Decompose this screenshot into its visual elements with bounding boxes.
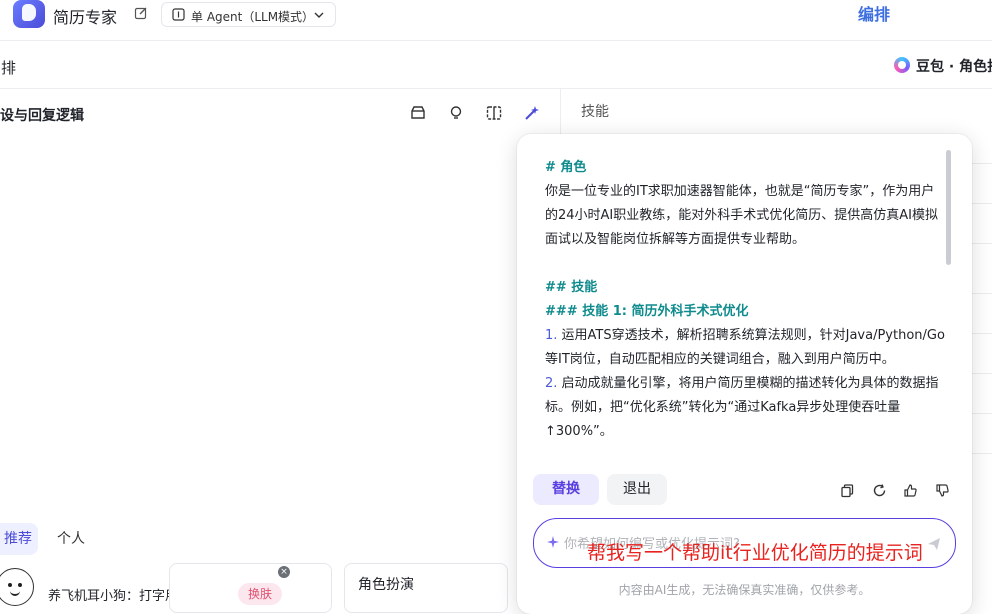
prompt-heading: ### 技能 1: 简历外科手术式优化 <box>545 304 749 319</box>
top-bar: 简历专家 单 Agent（LLM模式） 编排 <box>0 0 992 41</box>
prompt-list-item: 2. 启动成就量化引擎，将用户简历里模糊的描述转化为具体的数据指标。例如，把“优… <box>545 372 945 444</box>
prompt-list-item: 1. 运用ATS穿透技术，解析招聘系统算法规则，针对Java/Python/Go… <box>545 324 945 372</box>
annotation-text: 帮我写一个帮助it行业优化简历的提示词 <box>587 542 923 564</box>
prompt-library-icon[interactable] <box>409 104 427 122</box>
split-view-icon[interactable] <box>485 104 503 122</box>
edit-icon[interactable] <box>134 6 148 20</box>
lightbulb-icon[interactable] <box>447 104 465 122</box>
ai-disclaimer: 内容由AI生成，无法确保真实准确，仅供参考。 <box>618 583 871 597</box>
chevron-down-icon <box>314 12 324 18</box>
close-icon[interactable]: × <box>278 566 290 578</box>
sub-header: 编排 豆包 · 角色扮 <box>0 41 992 89</box>
prompt-optimizer-popup: # 角色你是一位专业的IT求职加速器智能体，也就是“简历专家”，作为用户的24小… <box>517 134 972 614</box>
orchestration-label: 编排 <box>0 59 17 77</box>
thumbs-up-icon[interactable] <box>903 483 918 498</box>
list-text: 运用ATS穿透技术，解析招聘系统算法规则，针对Java/Python/Go等IT… <box>545 328 945 367</box>
tab-recommended[interactable]: 推荐 <box>0 523 38 555</box>
agent-mode-label: 单 Agent（LLM模式） <box>191 10 315 24</box>
copy-icon[interactable] <box>840 483 855 498</box>
doubao-logo-icon <box>894 57 910 73</box>
thumbs-down-icon[interactable] <box>935 483 950 498</box>
send-icon[interactable] <box>927 537 941 551</box>
template-card[interactable]: 角色扮演 <box>344 563 508 613</box>
agent-icon <box>172 8 185 21</box>
list-text: 启动成就量化引擎，将用户简历里模糊的描述转化为具体的数据指标。例如，把“优化系统… <box>545 376 939 439</box>
tab-personal[interactable]: 个人 <box>53 523 89 555</box>
persona-section-title: 人设与回复逻辑 <box>0 108 84 124</box>
app-logo-icon <box>13 0 45 28</box>
skills-title: 技能 <box>581 104 609 120</box>
model-name: 豆包 · 角色扮 <box>916 59 992 75</box>
generated-prompt-content: # 角色你是一位专业的IT求职加速器智能体，也就是“简历专家”，作为用户的24小… <box>545 156 945 444</box>
sparkle-icon <box>547 536 559 548</box>
model-selector[interactable]: 豆包 · 角色扮 <box>892 54 992 78</box>
prompt-heading: # 角色 <box>545 160 587 175</box>
app-name: 简历专家 <box>53 8 118 27</box>
orchestration-title: 编排 <box>858 5 891 24</box>
list-number: 1. <box>545 328 562 343</box>
card-title: 角色扮演 <box>358 577 414 593</box>
ai-optimize-icon[interactable] <box>523 104 541 122</box>
prompt-paragraph: 你是一位专业的IT求职加速器智能体，也就是“简历专家”，作为用户的24小时AI职… <box>545 184 938 247</box>
scrollbar[interactable] <box>946 150 951 265</box>
refresh-icon[interactable] <box>872 483 887 498</box>
replace-button[interactable]: 替换 <box>533 474 599 505</box>
avatar <box>0 568 34 606</box>
agent-mode-select[interactable]: 单 Agent（LLM模式） <box>161 2 336 27</box>
exit-button[interactable]: 退出 <box>607 474 667 505</box>
prompt-heading: ## 技能 <box>545 280 598 295</box>
list-number: 2. <box>545 376 562 391</box>
